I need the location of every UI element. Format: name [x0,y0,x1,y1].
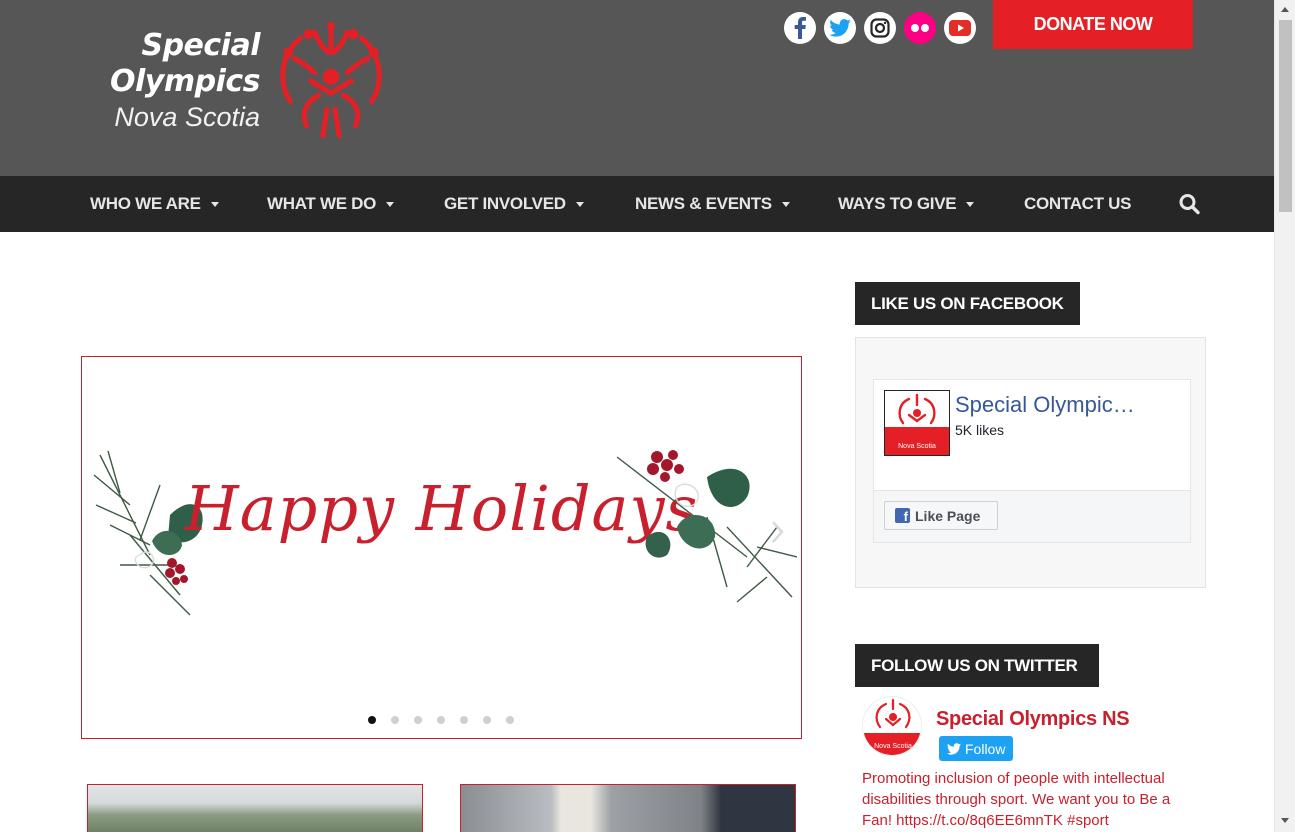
nav-item-label: WHO WE ARE [90,194,201,213]
facebook-widget: Nova Scotia Special Olympic… 5K likes f … [855,337,1206,588]
nav-item-label: WAYS TO GIVE [838,194,957,213]
nav-item-label: CONTACT US [1024,194,1132,213]
scroll-down-arrow-icon[interactable] [1281,818,1289,823]
scrollbar-thumb[interactable] [1279,20,1292,212]
logo-line-1: Special [141,28,260,63]
nav-item-label: WHAT WE DO [267,194,377,213]
site-logo[interactable]: Special Olympics Nova Scotia [70,22,400,147]
youtube-icon [949,20,971,36]
caret-down-icon [575,201,584,207]
follow-label: Follow [965,740,1006,757]
nav-item-get-involved[interactable]: GET INVOLVED [444,176,584,232]
flickr-link[interactable] [904,12,936,44]
twitter-link[interactable] [824,12,856,44]
special-olympics-mark-icon: Nova Scotia [885,393,949,455]
facebook-icon [794,17,806,39]
slider-dot[interactable] [391,716,399,724]
nav-item-label: NEWS & EVENTS [635,194,772,213]
slider-dot[interactable] [414,716,422,724]
youtube-link[interactable] [944,12,976,44]
facebook-action-bar: f Like Page [874,490,1190,542]
facebook-heading: LIKE US ON FACEBOOK [855,282,1080,325]
chevron-right-icon[interactable] [768,517,788,547]
special-olympics-mark-icon [280,22,382,139]
slider-dot[interactable] [460,716,468,724]
twitter-account-name[interactable]: Special Olympics NS [936,708,1130,731]
caret-down-icon [966,201,975,207]
twitter-avatar[interactable]: Nova Scotia [862,696,922,756]
special-olympics-mark-icon: Nova Scotia [863,698,921,755]
slider-dot[interactable] [506,716,514,724]
logo-line-2: Olympics [110,64,261,99]
social-links [784,12,976,44]
caret-down-icon [210,201,219,207]
nav-item-news-events[interactable]: NEWS & EVENTS [635,176,790,232]
page-scrollbar[interactable] [1274,0,1295,832]
avatar-label: Nova Scotia [898,443,936,450]
instagram-link[interactable] [864,12,896,44]
facebook-page-plugin: Nova Scotia Special Olympic… 5K likes f … [873,379,1191,543]
slider-pagination [368,716,514,724]
hero-slider[interactable]: Happy Holidays [81,356,802,739]
instagram-icon [870,18,890,38]
like-page-button[interactable]: f Like Page [884,501,998,530]
site-header: Special Olympics Nova Scotia DONATE NOW [0,0,1274,176]
avatar-label: Nova Scotia [874,743,912,750]
facebook-page-avatar[interactable]: Nova Scotia [884,390,950,456]
caret-down-icon [781,201,790,207]
facebook-icon: f [895,508,910,523]
logo-line-3: Nova Scotia [114,102,260,132]
news-card-image[interactable] [460,784,796,832]
nav-item-label: GET INVOLVED [444,194,566,213]
logo-wordmark: Special Olympics Nova Scotia [70,28,261,134]
twitter-icon [829,19,851,37]
facebook-page-name[interactable]: Special Olympic… [955,392,1135,418]
donate-now-button[interactable]: DONATE NOW [993,0,1193,49]
search-icon[interactable] [1178,193,1202,215]
page: Special Olympics Nova Scotia DONATE NOW … [0,0,1295,832]
nav-item-ways-to-give[interactable]: WAYS TO GIVE [838,176,975,232]
twitter-heading: FOLLOW US ON TWITTER [855,644,1099,687]
nav-item-what-we-do[interactable]: WHAT WE DO [267,176,395,232]
facebook-like-count: 5K likes [955,422,1005,438]
caret-down-icon [386,201,395,207]
facebook-link[interactable] [784,12,816,44]
scroll-up-arrow-icon[interactable] [1281,7,1289,12]
flickr-icon [911,24,929,32]
nav-item-contact-us[interactable]: CONTACT US [1024,176,1131,232]
twitter-bio: Promoting inclusion of people with intel… [862,770,1171,829]
news-card-image[interactable] [87,784,423,832]
like-page-label: Like Page [915,507,981,524]
twitter-follow-button[interactable]: Follow [939,736,1013,761]
slider-dot[interactable] [437,716,445,724]
slider-dot[interactable] [368,716,376,724]
slider-dot[interactable] [483,716,491,724]
main-nav: WHO WE ARE WHAT WE DO GET INVOLVED NEWS … [0,176,1274,232]
twitter-icon [947,742,961,755]
nav-item-who-we-are[interactable]: WHO WE ARE [90,176,219,232]
